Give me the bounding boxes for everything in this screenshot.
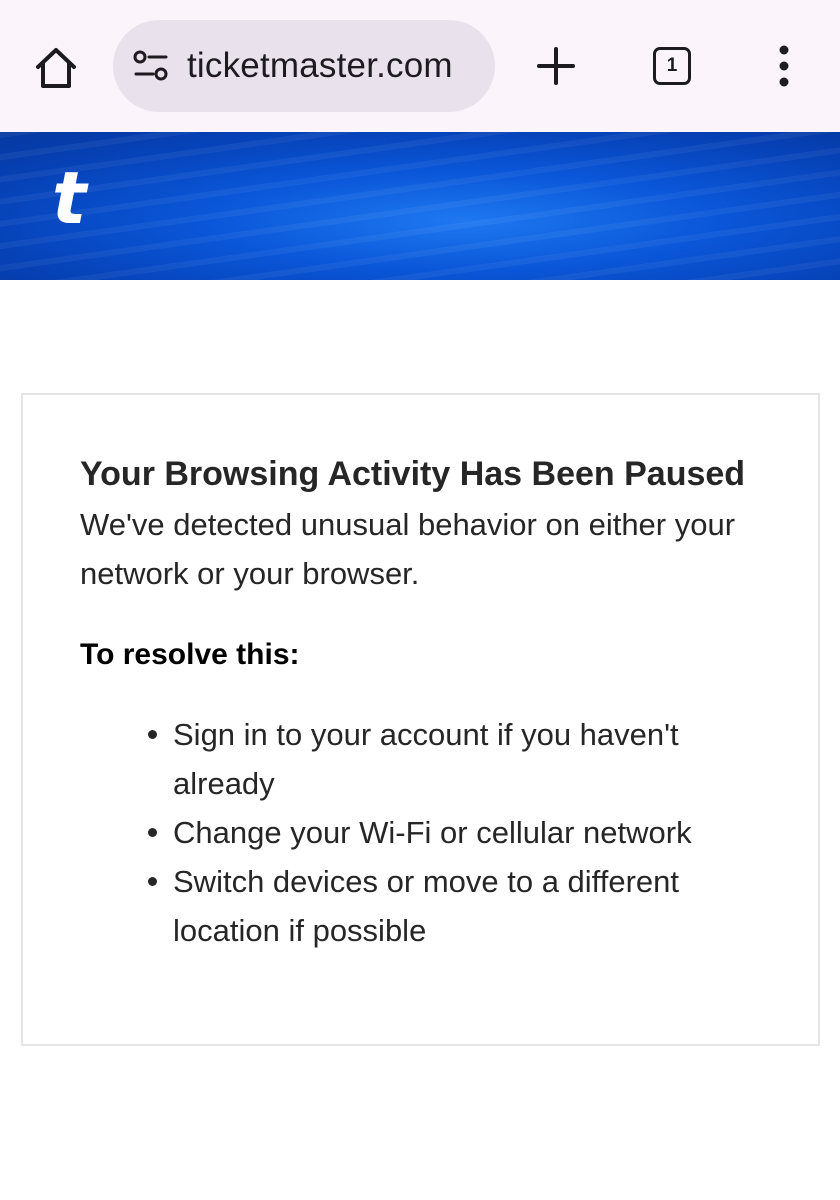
list-item: Change your Wi-Fi or cellular network [148,808,762,857]
step-text: Switch devices or move to a different lo… [173,864,680,948]
resolution-steps-list: Sign in to your account if you haven't a… [80,710,762,955]
browser-toolbar: ticketmaster.com 1 [0,0,840,132]
new-tab-button[interactable] [526,36,586,96]
bullet-icon [148,877,157,886]
tab-switcher-icon: 1 [653,47,691,85]
plus-icon [537,47,575,85]
step-text: Change your Wi-Fi or cellular network [173,815,692,850]
home-icon [36,48,76,88]
address-bar[interactable]: ticketmaster.com [113,20,495,112]
bullet-icon [148,828,157,837]
bullet-icon [148,730,157,739]
ticketmaster-logo[interactable]: t [52,162,86,234]
intro-text: We've detected unusual behavior on eithe… [80,507,736,591]
more-vert-icon [779,45,789,87]
overflow-menu-button[interactable] [754,36,814,96]
list-item: Switch devices or move to a different lo… [148,857,762,955]
url-text[interactable]: ticketmaster.com [187,46,453,86]
tab-switcher-button[interactable]: 1 [642,36,702,96]
list-item: Sign in to your account if you haven't a… [148,710,762,808]
page-title: Your Browsing Activity Has Been Paused [80,455,746,493]
tab-count: 1 [666,55,678,76]
tune-icon[interactable] [131,46,171,86]
home-button[interactable] [26,38,86,98]
step-text: Sign in to your account if you haven't a… [173,717,679,801]
paused-message-card: Your Browsing Activity Has Been Paused W… [21,393,820,1046]
ticketmaster-banner: t [0,132,840,280]
resolve-label: To resolve this: [80,638,300,671]
